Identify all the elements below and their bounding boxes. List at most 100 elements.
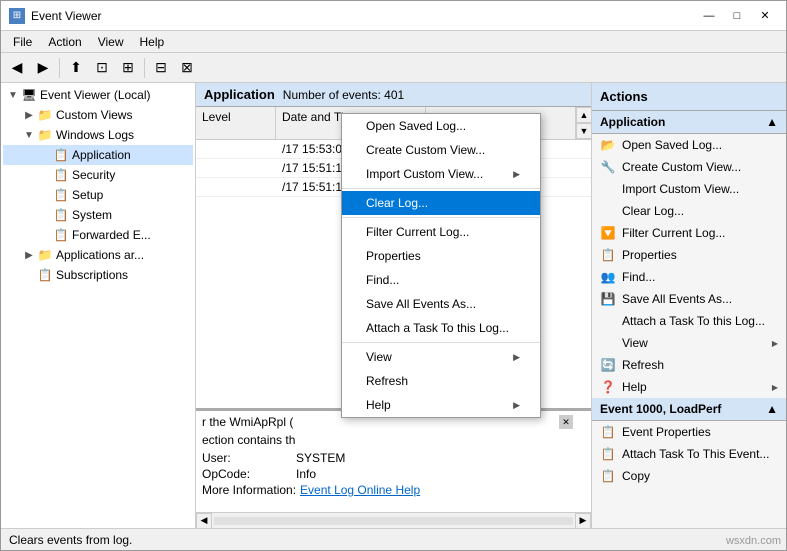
toolbar-back[interactable]: ◀ [5,56,29,80]
toolbar-sep-1 [59,58,60,78]
tree-root[interactable]: ▼ 🖥 Event Viewer (Local) [3,85,193,105]
forwarded-expander [37,227,53,243]
help-icon: ❓ [600,379,616,395]
actions-section-event[interactable]: Event 1000, LoadPerf ▲ [592,398,786,421]
toolbar-show[interactable]: ⊡ [90,56,114,80]
row2-level [196,159,276,177]
tree-application[interactable]: 📋 Application [3,145,193,165]
scroll-up-header[interactable]: ▲ [576,107,591,123]
windows-logs-icon: 📁 [37,127,53,143]
view-icon [600,335,616,351]
row1-level [196,140,276,158]
ctx-refresh[interactable]: Refresh [342,369,540,393]
ctx-save-all[interactable]: Save All Events As... [342,292,540,316]
save-all-icon: 💾 [600,291,616,307]
action-clear-log[interactable]: Clear Log... [592,200,786,222]
toolbar-action[interactable]: ⊟ [149,56,173,80]
tree-subscriptions[interactable]: 📋 Subscriptions [3,265,193,285]
subs-label: Subscriptions [56,268,128,282]
forwarded-icon: 📋 [53,227,69,243]
open-saved-icon: 📂 [600,137,616,153]
more-info-link[interactable]: Event Log Online Help [300,483,420,497]
root-expander: ▼ [5,87,21,103]
action-refresh[interactable]: 🔄 Refresh [592,354,786,376]
action-help[interactable]: ❓ Help [592,376,786,398]
ctx-attach-task[interactable]: Attach a Task To this Log... [342,316,540,340]
col-level-header[interactable]: Level [196,107,276,139]
more-info-label: More Information: [202,483,296,497]
toolbar-properties[interactable]: ⊞ [116,56,140,80]
import-view-icon [600,181,616,197]
ctx-clear-log[interactable]: Clear Log... [342,191,540,215]
user-value: SYSTEM [296,451,345,465]
action-copy[interactable]: 📋 Copy [592,465,786,487]
action-filter-log[interactable]: 🔽 Filter Current Log... [592,222,786,244]
row3-level [196,178,276,196]
tree-applications-and[interactable]: ▶ 📁 Applications ar... [3,245,193,265]
user-label: User: [202,451,292,465]
action-attach-task[interactable]: Attach a Task To this Log... [592,310,786,332]
close-button[interactable]: ✕ [752,6,778,26]
action-save-all[interactable]: 💾 Save All Events As... [592,288,786,310]
toolbar-action2[interactable]: ⊠ [175,56,199,80]
toolbar-up[interactable]: ⬆ [64,56,88,80]
action-view[interactable]: View [592,332,786,354]
section-app-arrow: ▲ [766,115,778,129]
refresh-icon: 🔄 [600,357,616,373]
ctx-filter-log[interactable]: Filter Current Log... [342,220,540,244]
application-icon: 📋 [53,147,69,163]
minimize-button[interactable]: — [696,6,722,26]
app-icon: ⊞ [9,8,25,24]
menu-help[interactable]: Help [132,33,173,51]
detail-close-btn[interactable]: ✕ [559,415,573,429]
ctx-create-custom-view[interactable]: Create Custom View... [342,138,540,162]
detail-opcode-row: OpCode: Info [202,467,585,481]
panel-header: Application Number of events: 401 [196,83,591,107]
ctx-find[interactable]: Find... [342,268,540,292]
apps-icon: 📁 [37,247,53,263]
ctx-view[interactable]: View ▶ [342,345,540,369]
context-menu: Open Saved Log... Create Custom View... … [341,113,541,418]
filter-icon: 🔽 [600,225,616,241]
action-open-saved-log[interactable]: 📂 Open Saved Log... [592,134,786,156]
toolbar-forward[interactable]: ▶ [31,56,55,80]
security-expander [37,167,53,183]
action-event-properties[interactable]: 📋 Event Properties [592,421,786,443]
main-content: ▼ 🖥 Event Viewer (Local) ▶ 📁 Custom View… [1,83,786,528]
ctx-properties[interactable]: Properties [342,244,540,268]
help-arrow: ▶ [513,400,520,411]
setup-label: Setup [72,188,103,202]
menu-action[interactable]: Action [40,33,89,51]
action-import-custom-view[interactable]: Import Custom View... [592,178,786,200]
opcode-value: Info [296,467,316,481]
maximize-button[interactable]: □ [724,6,750,26]
actions-section-app[interactable]: Application ▲ [592,111,786,134]
actions-panel: Actions Application ▲ 📂 Open Saved Log..… [591,83,786,528]
detail-content: r the WmiApRpl ( ection contains th User… [196,411,591,512]
action-attach-task-event[interactable]: 📋 Attach Task To This Event... [592,443,786,465]
detail-info-row: More Information: Event Log Online Help [202,483,585,497]
action-properties[interactable]: 📋 Properties [592,244,786,266]
scroll-down-header[interactable]: ▼ [576,123,591,139]
tree-security[interactable]: 📋 Security [3,165,193,185]
tree-setup[interactable]: 📋 Setup [3,185,193,205]
tree-custom-views[interactable]: ▶ 📁 Custom Views [3,105,193,125]
ctx-help[interactable]: Help ▶ [342,393,540,417]
action-find[interactable]: 👥 Find... [592,266,786,288]
tree-system[interactable]: 📋 System [3,205,193,225]
scroll-left-detail[interactable]: ◀ [196,513,212,529]
tree-forwarded[interactable]: 📋 Forwarded E... [3,225,193,245]
menu-file[interactable]: File [5,33,40,51]
setup-expander [37,187,53,203]
ctx-import-custom-view[interactable]: Import Custom View... ▶ [342,162,540,186]
action-create-custom-view[interactable]: 🔧 Create Custom View... [592,156,786,178]
menu-view[interactable]: View [90,33,132,51]
scroll-right-detail[interactable]: ▶ [575,513,591,529]
system-icon: 📋 [53,207,69,223]
tree-windows-logs[interactable]: ▼ 📁 Windows Logs [3,125,193,145]
opcode-label: OpCode: [202,467,292,481]
apps-expander: ▶ [21,247,37,263]
detail-panel: ✕ r the WmiApRpl ( ection contains th Us… [196,408,591,528]
ctx-open-saved-log[interactable]: Open Saved Log... [342,114,540,138]
folder-icon: 📁 [37,107,53,123]
